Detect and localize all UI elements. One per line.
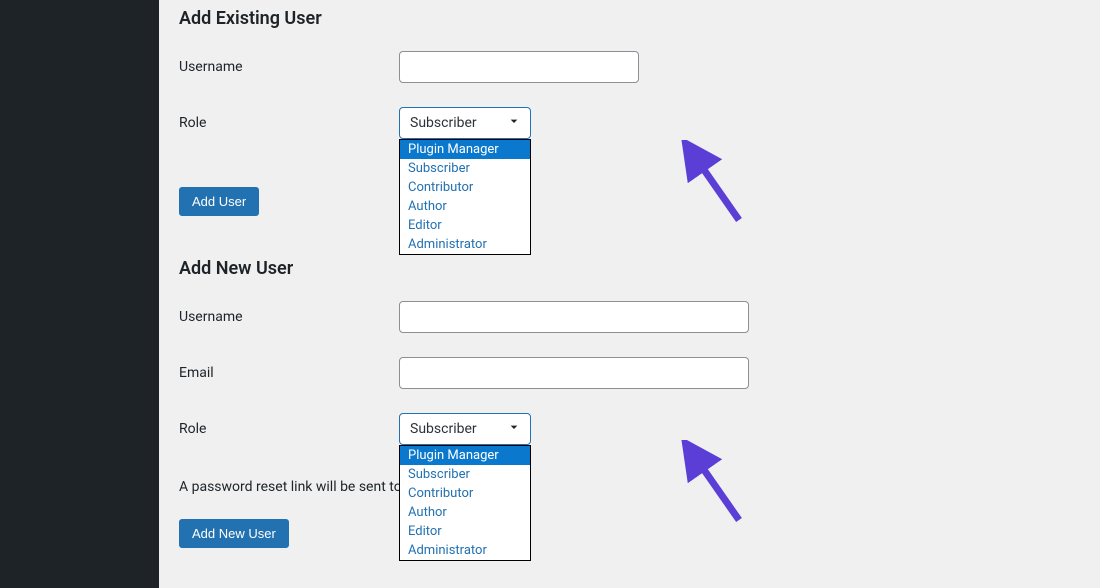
- new-role-value: Subscriber: [410, 421, 477, 437]
- role-option-editor[interactable]: Editor: [400, 522, 530, 541]
- existing-username-label: Username: [179, 59, 399, 75]
- role-option-administrator[interactable]: Administrator: [400, 235, 530, 254]
- new-role-select[interactable]: Subscriber: [399, 413, 531, 445]
- existing-username-input[interactable]: [399, 51, 639, 83]
- role-option-subscriber[interactable]: Subscriber: [400, 159, 530, 178]
- password-reset-hint: A password reset link will be sent to: [179, 479, 1080, 495]
- new-email-row: Email: [179, 357, 1080, 389]
- existing-role-value: Subscriber: [410, 115, 477, 131]
- add-existing-heading: Add Existing User: [179, 8, 1080, 29]
- main-content: Add Existing User Username Role Subscrib…: [159, 0, 1100, 588]
- add-new-heading: Add New User: [179, 258, 1080, 279]
- new-role-row: Role Subscriber Plugin ManagerSubscriber…: [179, 413, 1080, 445]
- chevron-down-icon: [506, 113, 522, 133]
- existing-username-row: Username: [179, 51, 1080, 83]
- existing-role-dropdown: Plugin ManagerSubscriberContributorAutho…: [399, 139, 531, 255]
- new-username-row: Username: [179, 301, 1080, 333]
- role-option-author[interactable]: Author: [400, 503, 530, 522]
- new-email-input[interactable]: [399, 357, 749, 389]
- role-option-administrator[interactable]: Administrator: [400, 541, 530, 560]
- new-username-label: Username: [179, 309, 399, 325]
- new-role-dropdown: Plugin ManagerSubscriberContributorAutho…: [399, 445, 531, 561]
- new-email-label: Email: [179, 365, 399, 381]
- add-user-button[interactable]: Add User: [179, 187, 259, 216]
- admin-sidebar: [0, 0, 159, 588]
- role-option-author[interactable]: Author: [400, 197, 530, 216]
- chevron-down-icon: [506, 419, 522, 439]
- existing-role-row: Role Subscriber Plugin ManagerSubscriber…: [179, 107, 1080, 139]
- new-username-input[interactable]: [399, 301, 749, 333]
- existing-role-select[interactable]: Subscriber: [399, 107, 531, 139]
- role-option-contributor[interactable]: Contributor: [400, 484, 530, 503]
- role-option-plugin-manager[interactable]: Plugin Manager: [400, 140, 530, 159]
- annotation-arrow-1: [679, 140, 749, 230]
- role-option-subscriber[interactable]: Subscriber: [400, 465, 530, 484]
- add-new-section: Add New User Username Email Role Subscri…: [179, 258, 1080, 548]
- role-option-editor[interactable]: Editor: [400, 216, 530, 235]
- role-option-plugin-manager[interactable]: Plugin Manager: [400, 446, 530, 465]
- existing-role-label: Role: [179, 115, 399, 131]
- add-new-user-button[interactable]: Add New User: [179, 519, 289, 548]
- new-role-label: Role: [179, 421, 399, 437]
- role-option-contributor[interactable]: Contributor: [400, 178, 530, 197]
